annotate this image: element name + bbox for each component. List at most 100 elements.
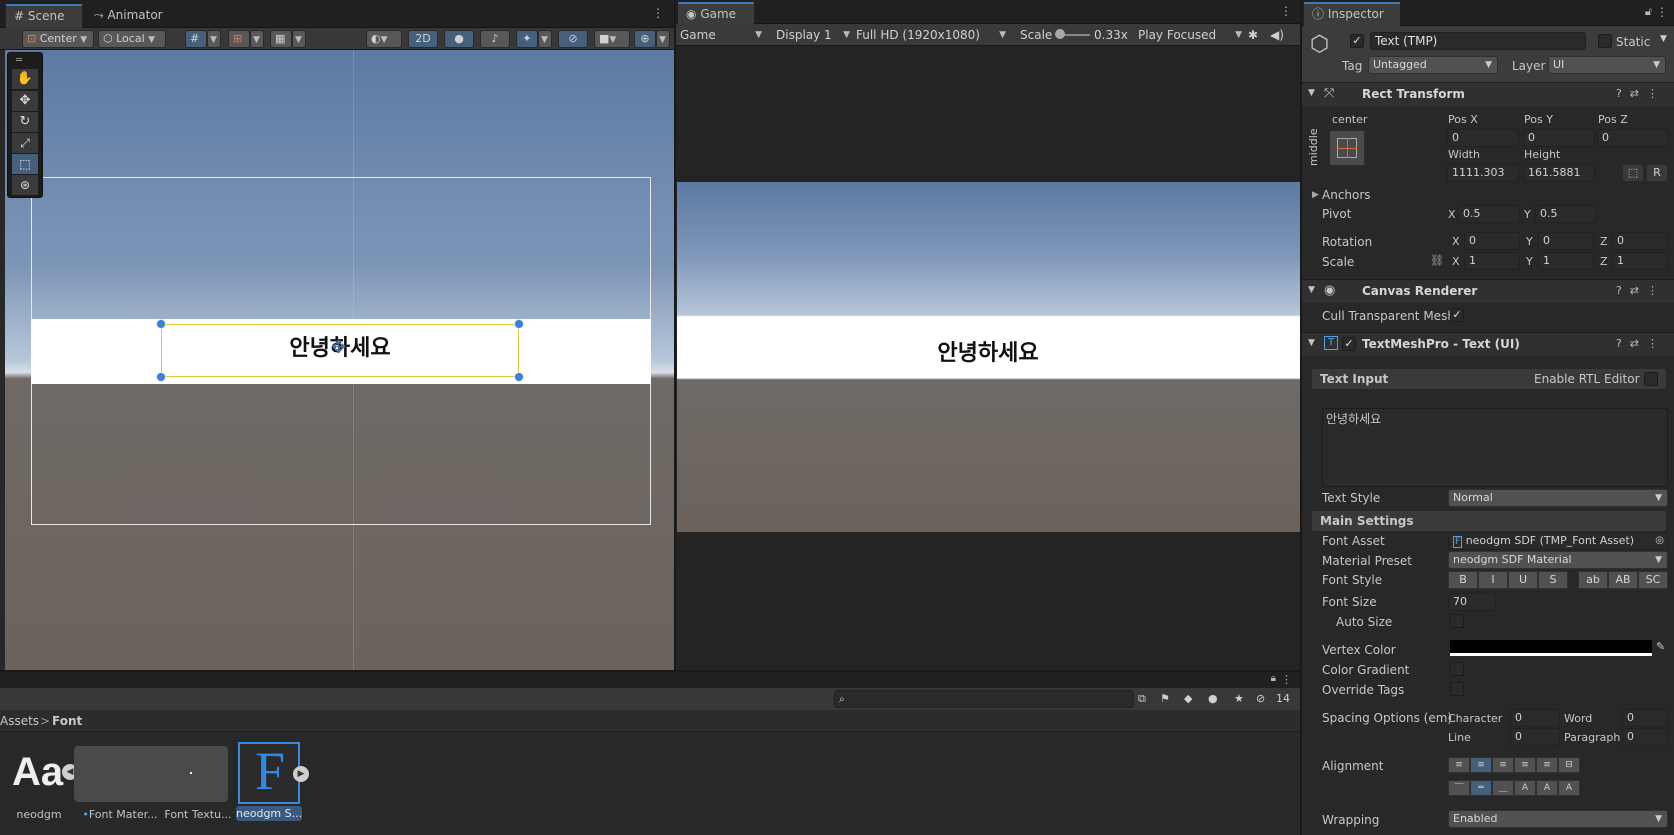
static-dropdown-arrow[interactable]: ▼ (1660, 34, 1667, 44)
move-tool-icon[interactable]: ✥ (12, 91, 38, 111)
audio-toggle[interactable]: ♪ (480, 30, 510, 48)
pos-z-field[interactable]: 0 (1597, 129, 1669, 147)
rect-handle-top-right[interactable] (514, 319, 524, 329)
gizmos-dropdown[interactable]: ▼ (656, 30, 670, 48)
play-mode-dropdown[interactable]: Play Focused ▼ (1138, 26, 1242, 44)
align-baseline-button[interactable]: A (1514, 780, 1536, 796)
rect-tool-icon[interactable]: ⬚ (12, 154, 38, 174)
anchors-foldout-icon[interactable]: ▶ (1312, 190, 1319, 200)
asset-tile-neodgm[interactable]: Aa ◀ (10, 746, 78, 802)
color-gradient-checkbox[interactable] (1450, 662, 1464, 676)
object-name-field[interactable]: Text (TMP) (1370, 32, 1586, 50)
scene-viewport[interactable]: 안녕하세요 ✥ (5, 50, 674, 670)
font-style-strikethrough-button[interactable]: S (1538, 571, 1568, 589)
width-field[interactable]: 1111.303 (1447, 164, 1519, 182)
link-icon[interactable]: ⛓ (1430, 254, 1444, 267)
tag-dropdown[interactable]: Untagged ▼ (1368, 56, 1498, 74)
pos-y-field[interactable]: 0 (1523, 129, 1595, 147)
rect-handle-top-left[interactable] (156, 319, 166, 329)
material-preset-dropdown[interactable]: neodgm SDF Material ▼ (1448, 551, 1668, 569)
snap-increment-button[interactable]: ⊞ (228, 30, 250, 48)
wrapping-dropdown[interactable]: Enabled ▼ (1448, 810, 1668, 828)
effects-toggle[interactable]: ✦ (516, 30, 538, 48)
align-justified-button[interactable]: ≡ (1514, 757, 1536, 773)
tag-icon[interactable]: ◆ (1184, 690, 1192, 708)
component-header-icons[interactable]: ?⇄⋮ (1616, 337, 1666, 350)
lock-icon[interactable]: 🔒︎ (1271, 673, 1276, 684)
rect-handle-bottom-right[interactable] (514, 372, 524, 382)
grid-visibility-button[interactable]: ▦ (270, 30, 292, 48)
vertex-color-swatch[interactable] (1450, 640, 1652, 656)
rotation-y-field[interactable]: 0 (1538, 232, 1594, 250)
text-input-area[interactable]: 안녕하세요 (1322, 408, 1668, 487)
asset-tile-neodgm-sdf[interactable]: F (238, 741, 300, 804)
object-picker-icon[interactable]: ◎ (1655, 533, 1664, 549)
align-center-button[interactable]: ≡ (1470, 757, 1492, 773)
character-field[interactable]: 0 (1510, 709, 1560, 727)
font-asset-field[interactable]: F neodgm SDF (TMP_Font Asset) ◎ (1448, 532, 1668, 550)
grid-snap-dropdown[interactable]: ▼ (207, 30, 221, 48)
font-style-uppercase-button[interactable]: AB (1608, 571, 1638, 589)
component-header-icons[interactable]: ?⇄⋮ (1616, 284, 1666, 297)
rotate-tool-icon[interactable]: ↻ (12, 112, 38, 132)
snap-increment-dropdown[interactable]: ▼ (250, 30, 264, 48)
hidden-packages-icon[interactable]: ⊘ (1256, 690, 1265, 708)
gizmos-toggle[interactable]: ⊕ (634, 30, 656, 48)
space-dropdown[interactable]: ⬡ Local ▼ (98, 30, 166, 48)
tmp-enabled-checkbox[interactable]: ✓ (1342, 337, 1356, 351)
tab-game[interactable]: ◉ Game (678, 2, 754, 26)
lock-icon[interactable]: 🔓︎ (1645, 5, 1652, 19)
override-tags-checkbox[interactable] (1450, 682, 1464, 696)
more-menu-icon[interactable]: ⋮ (1281, 673, 1292, 686)
rotation-x-field[interactable]: 0 (1464, 232, 1520, 250)
search-by-type-icon[interactable]: ⧉ (1138, 690, 1146, 708)
scale-z-field[interactable]: 1 (1612, 252, 1668, 270)
more-menu-icon[interactable]: ⋮ (1656, 5, 1668, 19)
expand-arrow-icon[interactable]: ▶ (293, 766, 309, 782)
anchor-preset-button[interactable] (1329, 130, 1365, 166)
bug-icon[interactable]: ✱ (1248, 26, 1258, 44)
paragraph-field[interactable]: 0 (1622, 728, 1668, 746)
align-middle-button[interactable]: ═ (1470, 780, 1492, 796)
font-style-smallcaps-button[interactable]: SC (1638, 571, 1668, 589)
camera-dropdown[interactable]: ■▼ (594, 30, 630, 48)
font-style-lowercase-button[interactable]: ab (1578, 571, 1608, 589)
tab-inspector[interactable]: ⓘ Inspector (1304, 2, 1400, 26)
favorite-star-icon[interactable]: ★ (1234, 690, 1244, 708)
scale-slider-handle[interactable] (1055, 29, 1065, 39)
pivot-x-field[interactable]: 0.5 (1458, 205, 1520, 223)
grid-snap-button[interactable]: # (185, 30, 207, 48)
import-log-icon[interactable]: ● (1208, 690, 1218, 708)
hand-tool-icon[interactable]: ✋ (12, 69, 38, 89)
auto-size-checkbox[interactable] (1450, 614, 1464, 628)
scale-y-field[interactable]: 1 (1538, 252, 1594, 270)
layer-dropdown[interactable]: UI ▼ (1548, 56, 1666, 74)
align-right-button[interactable]: ≡ (1492, 757, 1514, 773)
eyedropper-icon[interactable]: ✎ (1656, 640, 1665, 653)
component-header-icons[interactable]: ?⇄⋮ (1616, 87, 1666, 100)
scale-tool-icon[interactable]: ⤢ (12, 133, 38, 153)
asset-tile-font-material[interactable] (74, 746, 228, 802)
font-style-italic-button[interactable]: I (1478, 571, 1508, 589)
active-checkbox[interactable]: ✓ (1350, 34, 1364, 48)
more-menu-icon[interactable]: ⋮ (1280, 4, 1292, 18)
cull-transparent-mesh-checkbox[interactable]: ✓ (1450, 308, 1464, 322)
font-style-underline-button[interactable]: U (1508, 571, 1538, 589)
canvas-renderer-header[interactable]: ▼ ◉ Canvas Renderer ?⇄⋮ (1302, 279, 1674, 303)
font-size-field[interactable]: 70 (1448, 593, 1496, 611)
pivot-y-field[interactable]: 0.5 (1535, 205, 1597, 223)
tab-scene[interactable]: # Scene (6, 4, 82, 28)
height-field[interactable]: 161.5881 (1523, 164, 1595, 182)
rtl-editor-checkbox[interactable] (1644, 372, 1658, 386)
align-left-button[interactable]: ≡ (1448, 757, 1470, 773)
palette-grip-icon[interactable]: ═ (16, 55, 22, 66)
anchors-label[interactable]: Anchors (1322, 187, 1371, 203)
static-checkbox[interactable] (1598, 34, 1612, 48)
rotation-z-field[interactable]: 0 (1612, 232, 1668, 250)
font-style-bold-button[interactable]: B (1448, 571, 1478, 589)
more-menu-icon[interactable]: ⋮ (652, 6, 664, 20)
tab-animator[interactable]: ⤳ Animator (86, 4, 171, 28)
align-top-button[interactable]: ⎺ (1448, 780, 1470, 796)
align-bottom-button[interactable]: ⎽ (1492, 780, 1514, 796)
horizontal-divider[interactable] (0, 670, 1300, 672)
